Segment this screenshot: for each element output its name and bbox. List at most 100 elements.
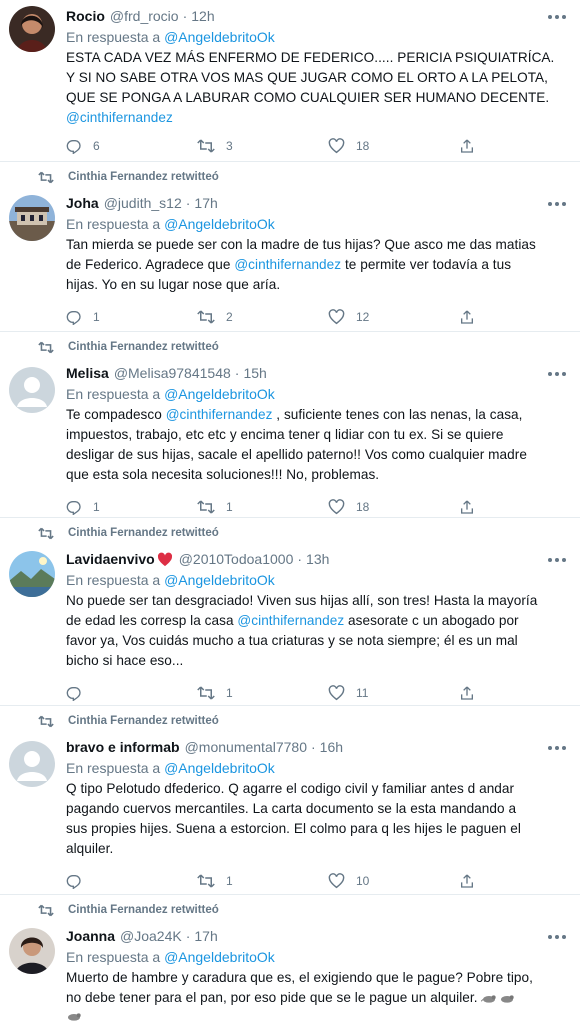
author-handle[interactable]: @judith_s12: [104, 195, 182, 211]
tweet[interactable]: Cinthia Fernandez retwitteó Lavidaenvivo…: [0, 518, 580, 706]
share-button[interactable]: [459, 685, 486, 701]
author-handle[interactable]: @frd_rocio: [110, 8, 179, 24]
more-options-icon[interactable]: [548, 12, 566, 22]
author-name[interactable]: Rocio: [66, 8, 105, 24]
more-options-icon[interactable]: [548, 555, 566, 565]
tweet-header: bravo e informab @monumental7780 · 16h: [66, 736, 558, 758]
tweet-line: Te compadesco @cinthifernandez , suficie…: [66, 405, 558, 425]
author-name[interactable]: Lavidaenvivo: [66, 551, 155, 567]
share-icon: [461, 874, 473, 888]
more-options-icon[interactable]: [548, 369, 566, 379]
share-button[interactable]: [459, 499, 486, 515]
author-name[interactable]: bravo e informab: [66, 739, 180, 755]
avatar[interactable]: [9, 6, 55, 52]
retweet-icon: [197, 874, 215, 888]
reply-target-link[interactable]: @AngeldebritoOk: [164, 760, 275, 776]
author-handle[interactable]: @Joa24K: [120, 928, 182, 944]
retweet-count: 1: [226, 500, 233, 514]
reply-prefix: En respuesta a: [66, 29, 161, 45]
avatar[interactable]: [9, 195, 55, 241]
tweet-header: Joanna @Joa24K · 17h: [66, 925, 558, 947]
reply-button[interactable]: 6: [66, 138, 197, 154]
red-heart-emoji-icon: [157, 552, 172, 566]
reply-button[interactable]: [66, 873, 197, 889]
mention-link[interactable]: @cinthifernandez: [66, 108, 558, 128]
mention-link[interactable]: @cinthifernandez: [166, 407, 273, 422]
tweet-text: Tan mierda se puede ser con la madre de …: [66, 235, 558, 295]
retweet-context: Cinthia Fernandez retwitteó: [36, 332, 558, 354]
tweet-line: desligar de sus hijas, sacale el apellid…: [66, 447, 527, 462]
like-button[interactable]: 12: [328, 309, 459, 325]
reply-context: En respuesta a @AngeldebritoOk: [66, 214, 558, 235]
avatar[interactable]: [9, 367, 55, 413]
retweet-button[interactable]: 1: [197, 499, 328, 515]
timestamp[interactable]: 12h: [191, 8, 214, 24]
author-handle[interactable]: @monumental7780: [185, 739, 307, 755]
reply-count: 6: [93, 139, 100, 153]
retweeted-by-label[interactable]: Cinthia Fernandez retwitteó: [68, 527, 219, 539]
like-count: 10: [356, 874, 370, 888]
reply-button[interactable]: 1: [66, 499, 197, 515]
like-button[interactable]: 18: [328, 499, 459, 515]
retweeted-by-label[interactable]: Cinthia Fernandez retwitteó: [68, 715, 219, 727]
reply-target-link[interactable]: @AngeldebritoOk: [164, 29, 275, 45]
timestamp[interactable]: 15h: [243, 365, 266, 381]
rat-emoji-icon: [501, 995, 515, 1004]
like-button[interactable]: 18: [328, 138, 459, 154]
tweet[interactable]: Cinthia Fernandez retwitteó Melisa @Meli…: [0, 332, 580, 518]
retweet-count: 3: [226, 139, 233, 153]
author-name[interactable]: Joha: [66, 195, 99, 211]
tweet[interactable]: Cinthia Fernandez retwitteó bravo e info…: [0, 706, 580, 895]
retweet-button[interactable]: 3: [197, 138, 328, 154]
avatar[interactable]: [9, 551, 55, 597]
tweet[interactable]: Cinthia Fernandez retwitteó Joha @judith…: [0, 162, 580, 332]
heart-icon: [328, 685, 345, 701]
timestamp[interactable]: 13h: [306, 551, 329, 567]
tweet[interactable]: Rocio @frd_rocio · 12h En respuesta a @A…: [0, 0, 580, 162]
reply-target-link[interactable]: @AngeldebritoOk: [164, 949, 275, 965]
text-span: no debe tener para el pan, por eso pide …: [66, 990, 478, 1005]
retweeted-by-label[interactable]: Cinthia Fernandez retwitteó: [68, 341, 219, 353]
author-handle[interactable]: @Melisa97841548: [114, 365, 231, 381]
reply-button[interactable]: 1: [66, 309, 197, 325]
more-options-icon[interactable]: [548, 743, 566, 753]
retweet-count: 1: [226, 874, 233, 888]
reply-target-link[interactable]: @AngeldebritoOk: [164, 386, 275, 402]
timestamp[interactable]: 17h: [194, 195, 217, 211]
reply-count: 1: [93, 310, 100, 324]
retweet-button[interactable]: 1: [197, 685, 328, 701]
retweet-button[interactable]: 1: [197, 873, 328, 889]
tweet-actions: 1 10: [66, 863, 558, 897]
reply-button[interactable]: [66, 685, 197, 701]
author-handle[interactable]: @2010Todoa1000: [179, 551, 294, 567]
timestamp[interactable]: 17h: [194, 928, 217, 944]
share-button[interactable]: [459, 309, 486, 325]
author-name[interactable]: Joanna: [66, 928, 115, 944]
retweet-button[interactable]: 2: [197, 309, 328, 325]
more-options-icon[interactable]: [548, 199, 566, 209]
retweet-icon: [197, 500, 215, 514]
more-options-icon[interactable]: [548, 932, 566, 942]
tweet-line: de Federico. Agradece que @cinthifernand…: [66, 255, 558, 275]
share-button[interactable]: [459, 873, 486, 889]
like-button[interactable]: 11: [328, 685, 459, 701]
tweet-line: QUE SE PONGA A LABURAR COMO CUALQUIER SE…: [66, 90, 550, 105]
tweet-text: Muerto de hambre y caradura que es, el e…: [66, 968, 558, 1028]
reply-target-link[interactable]: @AngeldebritoOk: [164, 572, 275, 588]
like-button[interactable]: 10: [328, 873, 459, 889]
reply-target-link[interactable]: @AngeldebritoOk: [164, 216, 275, 232]
avatar[interactable]: [9, 741, 55, 787]
author-name[interactable]: Melisa: [66, 365, 109, 381]
retweeted-by-label[interactable]: Cinthia Fernandez retwitteó: [68, 904, 219, 916]
share-button[interactable]: [459, 138, 486, 154]
mention-link[interactable]: @cinthifernandez: [237, 613, 344, 628]
tweet-line: pagando cuervos mercantiles. La carta do…: [66, 801, 517, 816]
mention-link[interactable]: @cinthifernandez: [234, 257, 341, 272]
reply-icon: [66, 501, 81, 515]
reply-prefix: En respuesta a: [66, 949, 161, 965]
retweeted-by-label[interactable]: Cinthia Fernandez retwitteó: [68, 171, 219, 183]
emoji-group: [481, 992, 515, 1004]
timestamp[interactable]: 16h: [320, 739, 343, 755]
tweet[interactable]: Cinthia Fernandez retwitteó Joanna @Joa2…: [0, 895, 580, 1035]
avatar[interactable]: [9, 928, 55, 974]
